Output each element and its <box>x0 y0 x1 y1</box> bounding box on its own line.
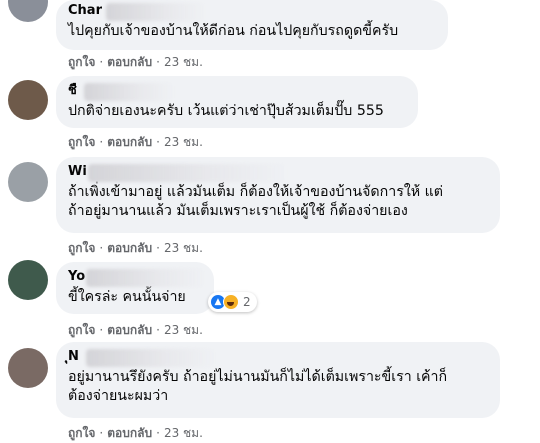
reply-button[interactable]: ตอบกลับ <box>107 135 152 149</box>
comment-bubble: Yo ขี้ใครล่ะ คนนั้นจ่าย <box>56 262 214 314</box>
comment-bubble: ุN อยู่มานานรึยังครับ ถ้าอยู่ไม่นานมันก็… <box>56 342 500 418</box>
reply-button[interactable]: ตอบกลับ <box>107 241 152 255</box>
haha-icon <box>223 294 239 310</box>
comment-author[interactable]: ุN <box>68 349 488 367</box>
comment-actions: ถูกใจ · ตอบกลับ · 23 ชม. <box>68 55 203 69</box>
like-button[interactable]: ถูกใจ <box>68 241 95 255</box>
reaction-summary[interactable]: ▲ 2 <box>208 292 257 312</box>
comment-actions: ถูกใจ · ตอบกลับ · 23 ชม. <box>68 426 203 440</box>
reaction-count: 2 <box>243 295 251 309</box>
timestamp[interactable]: 23 ชม. <box>164 241 203 255</box>
timestamp[interactable]: 23 ชม. <box>164 426 203 440</box>
redaction <box>88 164 288 182</box>
comment-bubble: Char ไปคุยกับเจ้าของบ้านให้ดีก่อน ก่อนไป… <box>56 0 448 50</box>
like-button[interactable]: ถูกใจ <box>68 135 95 149</box>
comment-author[interactable]: ชื <box>68 83 406 101</box>
comment-author[interactable]: Yo <box>68 269 206 287</box>
comment-bubble: Wi ถ้าเพิ่งเข้ามาอยู่ แล้วมันเต็ม ก็ต้อง… <box>56 157 500 233</box>
redaction <box>86 349 216 367</box>
avatar[interactable] <box>8 348 48 388</box>
redaction <box>84 83 174 101</box>
comment-actions: ถูกใจ · ตอบกลับ · 23 ชม. <box>68 135 203 149</box>
timestamp[interactable]: 23 ชม. <box>164 323 203 337</box>
comment-text: ถ้าเพิ่งเข้ามาอยู่ แล้วมันเต็ม ก็ต้องให้… <box>68 184 443 219</box>
avatar[interactable] <box>8 0 48 22</box>
like-button[interactable]: ถูกใจ <box>68 426 95 440</box>
timestamp[interactable]: 23 ชม. <box>164 55 203 69</box>
like-button[interactable]: ถูกใจ <box>68 55 95 69</box>
redaction <box>106 3 206 21</box>
comment-text: ขี้ใครล่ะ คนนั้นจ่าย <box>68 289 186 305</box>
reply-button[interactable]: ตอบกลับ <box>107 55 152 69</box>
reply-button[interactable]: ตอบกลับ <box>107 323 152 337</box>
comment-text: ปกติจ่ายเองนะครับ เว้นแต่ว่าเช่าปุ๊บส้วม… <box>68 103 384 119</box>
comment-actions: ถูกใจ · ตอบกลับ · 23 ชม. <box>68 323 203 337</box>
avatar[interactable] <box>8 80 48 120</box>
avatar[interactable] <box>8 260 48 300</box>
comment-text: อยู่มานานรึยังครับ ถ้าอยู่ไม่นานมันก็ไม่… <box>68 369 448 404</box>
comment-actions: ถูกใจ · ตอบกลับ · 23 ชม. <box>68 241 203 255</box>
comment-text: ไปคุยกับเจ้าของบ้านให้ดีก่อน ก่อนไปคุยกั… <box>68 23 399 39</box>
redaction <box>86 269 206 287</box>
comment-author[interactable]: Char <box>68 3 436 21</box>
comment-author[interactable]: Wi <box>68 164 488 182</box>
like-button[interactable]: ถูกใจ <box>68 323 95 337</box>
comment-bubble: ชื ปกติจ่ายเองนะครับ เว้นแต่ว่าเช่าปุ๊บส… <box>56 76 418 128</box>
reply-button[interactable]: ตอบกลับ <box>107 426 152 440</box>
timestamp[interactable]: 23 ชม. <box>164 135 203 149</box>
avatar[interactable] <box>8 162 48 202</box>
